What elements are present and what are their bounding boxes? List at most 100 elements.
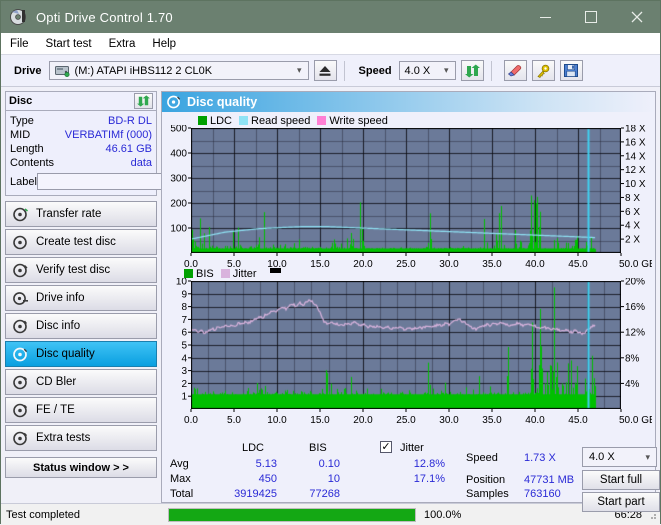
avg-bis: 0.10 bbox=[318, 458, 340, 470]
svg-text:25.0: 25.0 bbox=[396, 415, 416, 426]
svg-text:20.0: 20.0 bbox=[353, 415, 373, 426]
svg-text:12 X: 12 X bbox=[625, 165, 646, 176]
disc-panel-header: Disc bbox=[6, 92, 156, 111]
sidebar-item-create-test-disc[interactable]: Create test disc bbox=[5, 229, 157, 255]
window-title: Opti Drive Control 1.70 bbox=[36, 9, 173, 25]
sidebar-item-label: FE / TE bbox=[36, 404, 75, 416]
content-header: Disc quality bbox=[162, 92, 655, 112]
chevron-down-icon: ▾ bbox=[645, 451, 650, 462]
svg-text:0.0: 0.0 bbox=[184, 415, 198, 426]
menu-item-help[interactable]: Help bbox=[152, 38, 176, 50]
window-controls bbox=[522, 1, 660, 33]
disc-label-label: Label bbox=[10, 175, 37, 188]
sidebar-item-transfer-rate[interactable]: Transfer rate bbox=[5, 201, 157, 227]
start-part-button[interactable]: Start part bbox=[582, 492, 660, 512]
disc-refresh-button[interactable] bbox=[134, 93, 153, 109]
nav-list: Transfer rate Create test disc Verify te… bbox=[5, 201, 157, 451]
disc-length-value: 46.61 GB bbox=[105, 143, 152, 155]
sidebar-item-drive-info[interactable]: Drive info bbox=[5, 285, 157, 311]
svg-text:400: 400 bbox=[170, 149, 187, 160]
svg-text:15.0: 15.0 bbox=[310, 259, 330, 270]
svg-text:8%: 8% bbox=[625, 353, 640, 364]
svg-text:20%: 20% bbox=[625, 278, 645, 288]
disc-contents-label: Contents bbox=[10, 157, 55, 169]
bis-swatch bbox=[184, 269, 193, 278]
svg-text:12%: 12% bbox=[625, 328, 645, 339]
svg-text:9: 9 bbox=[181, 289, 187, 300]
jitter-checkbox[interactable]: ✓ bbox=[380, 441, 392, 453]
disc-scan-icon bbox=[13, 207, 28, 222]
main-area: Disc Type BD-R DL MID VERBATIMf (000) Le… bbox=[1, 87, 660, 512]
progress-percent: 100.0% bbox=[424, 508, 462, 521]
svg-text:10: 10 bbox=[176, 278, 188, 288]
sidebar-item-label: Create test disc bbox=[36, 236, 116, 248]
app-icon bbox=[9, 7, 29, 27]
maximize-button[interactable] bbox=[568, 1, 614, 33]
refresh-button[interactable] bbox=[460, 60, 484, 81]
svg-text:1: 1 bbox=[181, 392, 187, 403]
ldc-swatch bbox=[198, 116, 207, 125]
read-speed-swatch bbox=[239, 116, 249, 125]
svg-text:6 X: 6 X bbox=[625, 207, 640, 218]
chevron-down-icon: ▾ bbox=[444, 65, 449, 75]
minimize-button[interactable] bbox=[522, 1, 568, 33]
menu-item-start-test[interactable]: Start test bbox=[46, 38, 92, 50]
start-full-button[interactable]: Start full bbox=[582, 470, 660, 490]
refresh-icon bbox=[137, 95, 150, 107]
drive-icon bbox=[54, 64, 70, 78]
svg-text:30.0: 30.0 bbox=[439, 259, 459, 270]
chevron-down-icon: ▾ bbox=[297, 65, 302, 75]
max-bis: 10 bbox=[327, 473, 340, 485]
menu-item-extra[interactable]: Extra bbox=[109, 38, 136, 50]
svg-text:35.0: 35.0 bbox=[482, 259, 502, 270]
eject-button[interactable] bbox=[313, 60, 337, 81]
resize-grip[interactable] bbox=[647, 510, 657, 520]
sidebar-item-verify-test-disc[interactable]: Verify test disc bbox=[5, 257, 157, 283]
test-controls: Speed 1.73 X 4.0 X ▾ Position 47731 MB S… bbox=[462, 442, 660, 512]
speed-result-label: Speed bbox=[466, 452, 498, 464]
save-button[interactable] bbox=[559, 60, 583, 81]
refresh-icon bbox=[464, 64, 480, 77]
svg-text:30.0: 30.0 bbox=[439, 415, 459, 426]
svg-text:200: 200 bbox=[170, 199, 187, 210]
sidebar-item-cd-bler[interactable]: CD Bler bbox=[5, 369, 157, 395]
speed-select[interactable]: 4.0 X ▾ bbox=[398, 61, 456, 80]
col-header-bis: BIS bbox=[309, 442, 327, 454]
svg-text:6: 6 bbox=[181, 328, 187, 339]
avg-jitter: 12.8% bbox=[413, 458, 445, 470]
total-bis: 77268 bbox=[309, 488, 340, 500]
sidebar-item-disc-quality[interactable]: Disc quality bbox=[5, 341, 157, 367]
svg-text:5.0: 5.0 bbox=[227, 415, 241, 426]
svg-text:100: 100 bbox=[170, 224, 187, 235]
bottom-chart-axes: 1 2 3 45 6 7 8 910 4% 8% 12% 16% 20% 0.0 5.0 10.0 15.0 20… bbox=[176, 278, 652, 426]
eraser-button[interactable] bbox=[503, 60, 527, 81]
svg-text:10.0: 10.0 bbox=[267, 415, 287, 426]
sidebar-item-label: Verify test disc bbox=[36, 264, 111, 276]
sidebar-item-disc-info[interactable]: Disc info bbox=[5, 313, 157, 339]
disc-mid-label: MID bbox=[10, 129, 31, 141]
sidebar-item-extra-tests[interactable]: Extra tests bbox=[5, 425, 157, 451]
svg-text:8 X: 8 X bbox=[625, 193, 640, 204]
sidebar-item-fe-te[interactable]: FE / TE bbox=[5, 397, 157, 423]
eject-icon bbox=[319, 65, 331, 76]
close-icon[interactable] bbox=[614, 1, 660, 33]
svg-text:50.0 GB: 50.0 GB bbox=[619, 415, 652, 426]
svg-text:500: 500 bbox=[170, 125, 187, 135]
title-bar: Opti Drive Control 1.70 bbox=[1, 1, 660, 33]
max-ldc: 450 bbox=[258, 473, 277, 485]
drive-info-icon bbox=[13, 291, 28, 306]
menu-item-file[interactable]: File bbox=[10, 38, 29, 50]
toolbar-separator-2 bbox=[490, 60, 492, 81]
disc-info-icon bbox=[13, 319, 28, 334]
svg-text:5: 5 bbox=[181, 341, 187, 352]
sidebar-item-label: Disc quality bbox=[36, 348, 95, 360]
result-speed-select[interactable]: 4.0 X ▾ bbox=[582, 447, 657, 467]
svg-text:14 X: 14 X bbox=[625, 151, 646, 162]
svg-text:20.0: 20.0 bbox=[353, 259, 373, 270]
svg-text:40.0: 40.0 bbox=[525, 415, 545, 426]
drive-select[interactable]: (M:) ATAPI iHBS112 2 CL0K ▾ bbox=[48, 61, 309, 80]
status-window-button[interactable]: Status window > > bbox=[5, 457, 157, 478]
key-button[interactable] bbox=[531, 60, 555, 81]
speed-result-value: 1.73 X bbox=[524, 452, 556, 464]
svg-text:4: 4 bbox=[181, 353, 187, 364]
